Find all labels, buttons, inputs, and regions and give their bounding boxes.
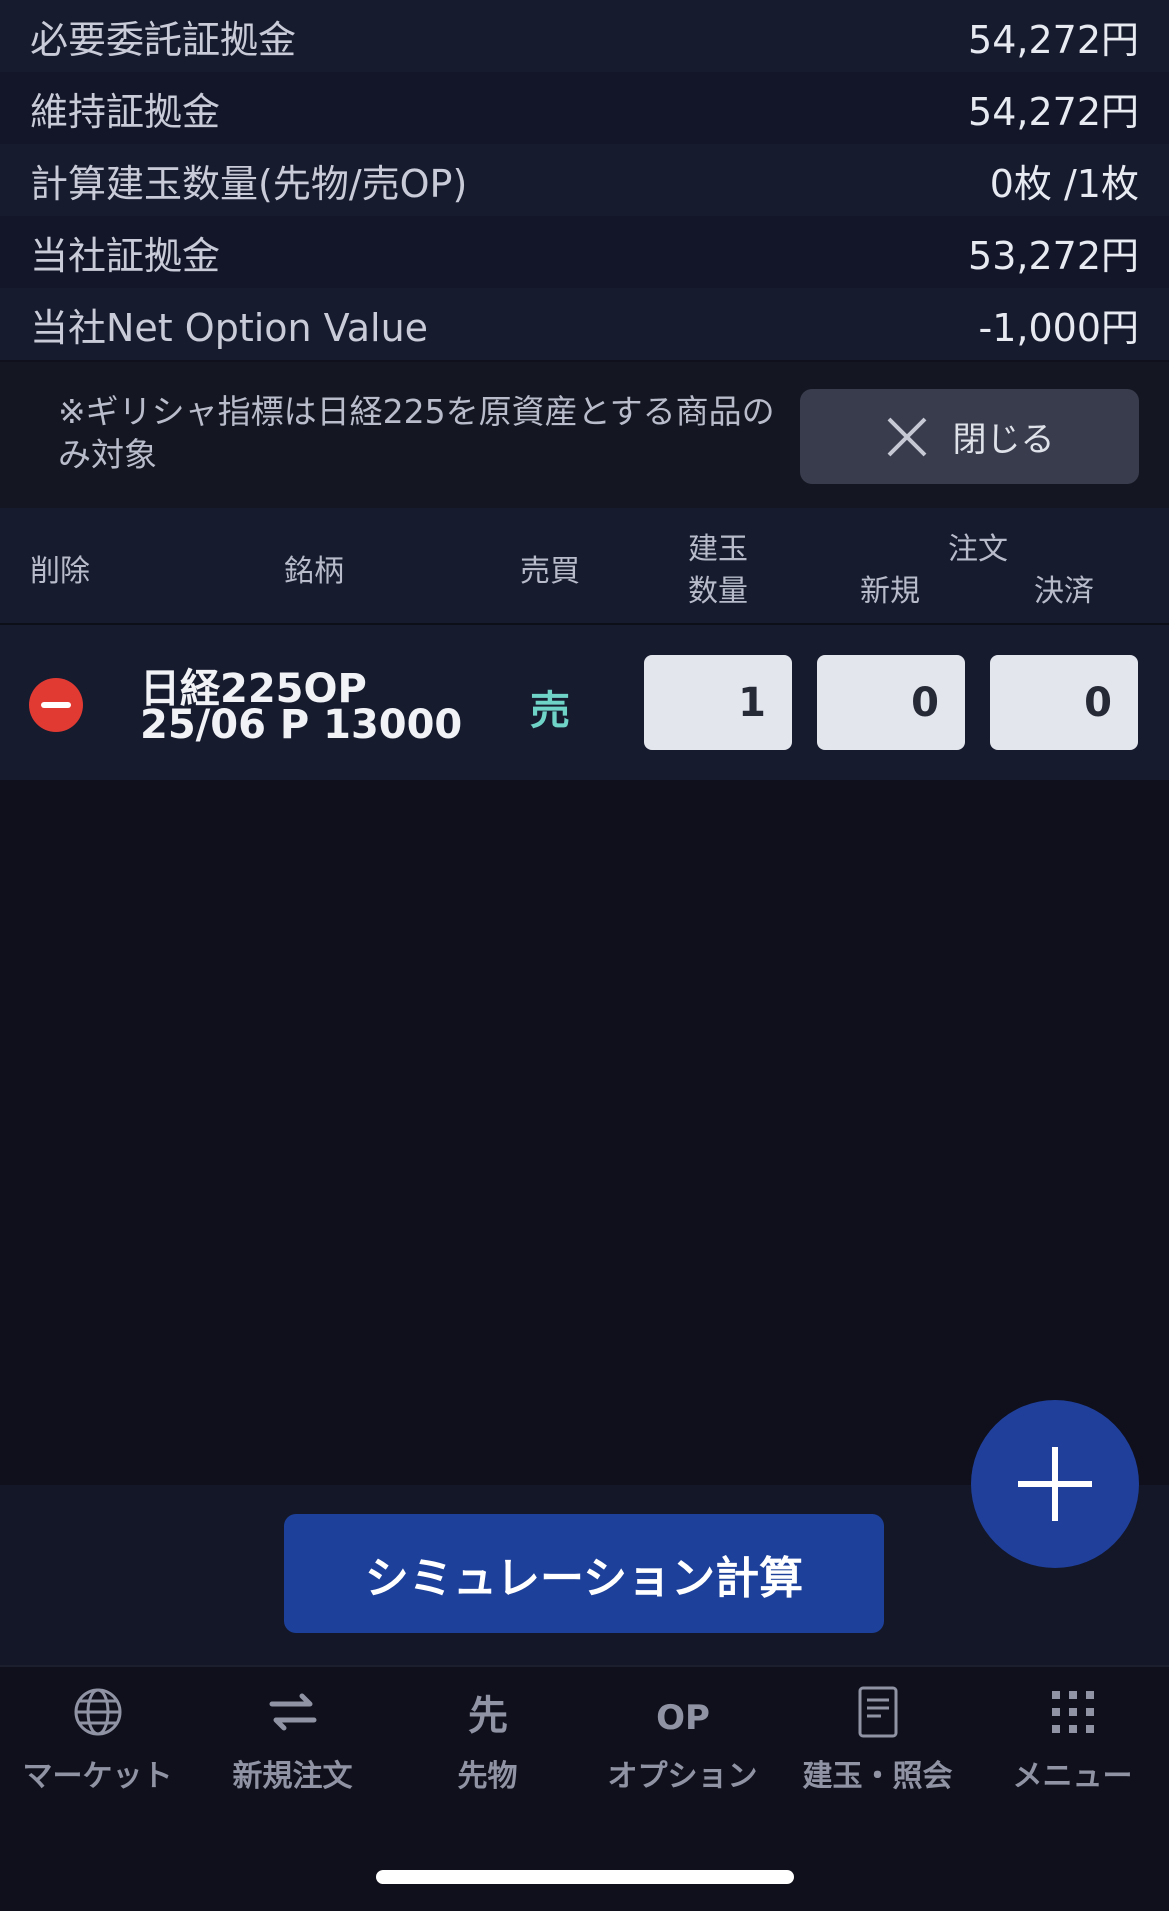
close-button[interactable]: 閉じる <box>800 389 1139 484</box>
new-order-quantity-input[interactable]: 0 <box>817 655 965 750</box>
summary-row-net-option-value: 当社Net Option Value -1,000円 <box>0 288 1169 360</box>
grid-menu-icon <box>1051 1691 1094 1733</box>
summary-label: 必要委託証拠金 <box>30 17 297 62</box>
tab-option[interactable]: OP オプション <box>585 1683 780 1803</box>
header-new: 新規 <box>860 574 920 609</box>
summary-label: 計算建玉数量(先物/売OP) <box>30 161 468 206</box>
table-header: 削除 銘柄 売買 建玉 数量 注文 新規 決済 <box>0 508 1169 625</box>
exchange-arrows-icon <box>269 1693 316 1731</box>
summary-row-company-margin: 当社証拠金 53,272円 <box>0 216 1169 288</box>
header-order: 注文 <box>948 532 1008 567</box>
home-indicator[interactable] <box>376 1870 794 1884</box>
close-label: 閉じる <box>952 420 1055 460</box>
summary-value: -1,000円 <box>978 305 1140 350</box>
document-icon <box>858 1686 897 1738</box>
summary-value: 54,272円 <box>968 17 1139 62</box>
position-quantity-input[interactable]: 1 <box>644 655 792 750</box>
simulation-calculate-button[interactable]: シミュレーション計算 <box>284 1514 884 1633</box>
svg-text:OP: OP <box>656 1698 710 1738</box>
summary-value: 0枚 /1枚 <box>989 161 1139 206</box>
tab-label: メニュー <box>1012 1759 1133 1794</box>
svg-text:先: 先 <box>468 1693 508 1739</box>
summary-row-maintenance-margin: 維持証拠金 54,272円 <box>0 72 1169 144</box>
summary-label: 当社証拠金 <box>30 233 221 278</box>
summary-label: 当社Net Option Value <box>30 305 429 350</box>
greeks-note-area: ※ギリシャ指標は日経225を原資産とする商品のみ対象 閉じる <box>0 362 1169 508</box>
add-position-button[interactable] <box>971 1400 1139 1568</box>
margin-summary: 必要委託証拠金 54,272円 維持証拠金 54,272円 計算建玉数量(先物/… <box>0 0 1169 360</box>
tab-new-order[interactable]: 新規注文 <box>195 1683 390 1803</box>
summary-label: 維持証拠金 <box>30 89 221 134</box>
globe-icon <box>74 1688 121 1736</box>
close-icon <box>887 417 926 456</box>
tab-futures[interactable]: 先 先物 <box>390 1683 585 1803</box>
option-op-icon: OP <box>656 1698 710 1738</box>
tab-label: 先物 <box>457 1759 518 1794</box>
tab-label: 新規注文 <box>232 1759 353 1794</box>
header-position-line1: 建玉 <box>688 532 748 567</box>
symbol-contract: 25/06 P 13000 <box>140 702 463 748</box>
header-symbol: 銘柄 <box>284 554 344 589</box>
summary-row-required-margin: 必要委託証拠金 54,272円 <box>0 0 1169 72</box>
tab-positions-inquiry[interactable]: 建玉・照会 <box>780 1683 975 1803</box>
tab-label: 建玉・照会 <box>802 1759 953 1794</box>
header-delete: 削除 <box>30 554 90 589</box>
header-settle: 決済 <box>1034 574 1094 609</box>
tab-label: マーケット <box>22 1759 173 1794</box>
tab-menu[interactable]: メニュー <box>975 1683 1169 1803</box>
header-position-line2: 数量 <box>688 574 748 609</box>
settle-order-quantity-input[interactable]: 0 <box>990 655 1138 750</box>
greeks-note: ※ギリシャ指標は日経225を原資産とする商品のみ対象 <box>58 392 775 474</box>
side-label: 売 <box>530 688 570 734</box>
summary-value: 53,272円 <box>968 233 1139 278</box>
tab-market[interactable]: マーケット <box>0 1683 195 1803</box>
summary-row-position-count: 計算建玉数量(先物/売OP) 0枚 /1枚 <box>0 144 1169 216</box>
delete-row-button[interactable] <box>29 678 83 732</box>
futures-icon: 先 <box>468 1693 508 1739</box>
header-side: 売買 <box>520 554 580 589</box>
tab-label: オプション <box>607 1759 758 1794</box>
summary-value: 54,272円 <box>968 89 1139 134</box>
